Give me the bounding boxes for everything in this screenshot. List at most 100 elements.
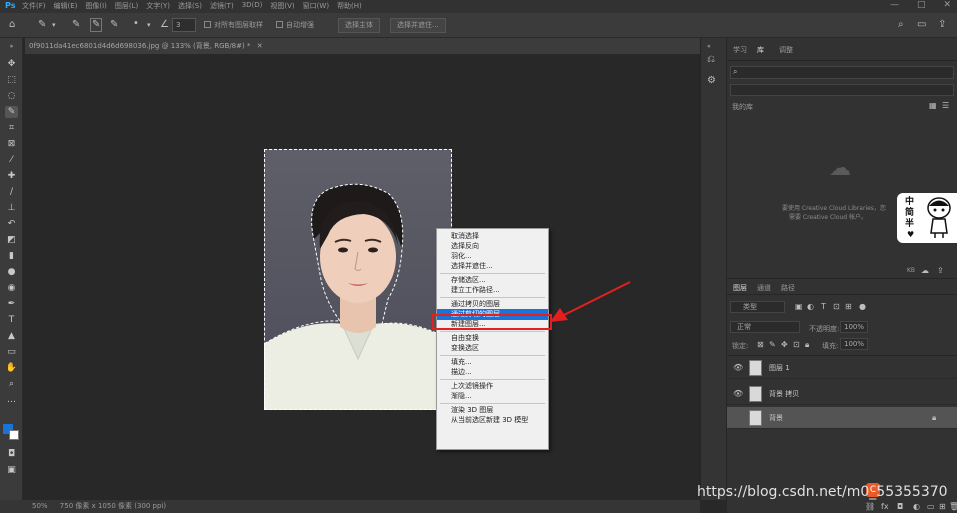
clone-stamp-tool-icon[interactable]: ⊥	[5, 202, 18, 214]
context-menu-item[interactable]: 从当前选区新建 3D 模型	[451, 416, 528, 425]
eraser-tool-icon[interactable]: ◩	[5, 234, 18, 246]
tab-paths[interactable]: 路径	[781, 283, 795, 293]
home-icon[interactable]: ⌂	[9, 20, 15, 30]
share-icon[interactable]: ⇪	[938, 20, 946, 30]
edit-toolbar-icon[interactable]: …	[5, 394, 18, 406]
background-color-swatch[interactable]	[9, 430, 19, 440]
close-button[interactable]: ✕	[943, 0, 951, 10]
tab-channels[interactable]: 通道	[757, 283, 771, 293]
menu-item[interactable]: 选择(S)	[178, 1, 202, 11]
new-selection-icon[interactable]: ✎	[72, 20, 80, 30]
delete-layer-icon[interactable]: 🗑︎	[949, 502, 957, 512]
menu-item[interactable]: 视图(V)	[270, 1, 294, 11]
auto-enhance-checkbox[interactable]: 自动增强	[276, 20, 314, 30]
lock-all-icon[interactable]: 🔒︎	[805, 340, 809, 350]
path-selection-tool-icon[interactable]: ▲	[5, 330, 18, 342]
opacity-input[interactable]: 100%	[840, 321, 868, 333]
add-style-icon[interactable]: fx	[881, 502, 889, 512]
tab-libraries[interactable]: 库	[757, 45, 764, 55]
layer-kind-filter[interactable]: 类型	[730, 301, 785, 313]
menu-item[interactable]: 图像(I)	[85, 1, 107, 11]
brush-tool-icon[interactable]: ∕	[5, 186, 18, 198]
fill-input[interactable]: 100%	[840, 338, 868, 350]
layer-row[interactable]: 背景 🔒︎	[727, 407, 957, 429]
dodge-tool-icon[interactable]: ◉	[5, 282, 18, 294]
add-mask-icon[interactable]: ◘	[897, 502, 903, 512]
lasso-tool-icon[interactable]: ◌	[5, 90, 18, 102]
tab-adjustments[interactable]: 调整	[779, 45, 793, 55]
zoom-level[interactable]: 50%	[32, 502, 48, 510]
lock-pixels-icon[interactable]: ⊠	[757, 340, 764, 350]
rectangle-tool-icon[interactable]: ▭	[5, 346, 18, 358]
cloud-sync-icon[interactable]: ☁	[921, 266, 929, 276]
frame-tool-icon[interactable]: ⊠	[5, 138, 18, 150]
menu-item[interactable]: 3D(D)	[242, 1, 263, 11]
link-layers-icon[interactable]: ⛓︎	[865, 502, 875, 512]
list-view-icon[interactable]: ☰	[942, 101, 949, 111]
menu-item[interactable]: 窗口(W)	[303, 1, 329, 11]
blur-tool-icon[interactable]: ●	[5, 266, 18, 278]
menu-item[interactable]: 文件(F)	[22, 1, 46, 11]
maximize-button[interactable]: □	[917, 0, 926, 10]
layer-row[interactable]: 👁︎ 图层 1	[727, 357, 957, 379]
collapse-toolbar-icon[interactable]: »	[5, 41, 18, 53]
context-menu-item[interactable]: 通过拷贝的图层	[451, 300, 500, 309]
workspace-icon[interactable]: ▭	[917, 20, 926, 30]
context-menu-item[interactable]: 上次滤镜操作	[451, 382, 493, 391]
lock-artboard-icon[interactable]: ⊡	[793, 340, 800, 350]
history-brush-tool-icon[interactable]: ↶	[5, 218, 18, 230]
adjustment-layer-icon[interactable]: ◐	[913, 502, 920, 512]
context-menu-item[interactable]: 选择反向	[451, 242, 479, 251]
sticker-widget[interactable]: 中 简 半 ♥	[897, 193, 957, 243]
context-menu-item[interactable]: 变换选区	[451, 344, 479, 353]
document-tab[interactable]: 0f9011da41ec6801d4d6d698036.jpg @ 133% (…	[25, 38, 700, 54]
lock-image-icon[interactable]: ✎	[769, 340, 776, 350]
layer-row[interactable]: 👁︎ 背景 拷贝	[727, 383, 957, 405]
menu-item[interactable]: 滤镜(T)	[210, 1, 234, 11]
gradient-tool-icon[interactable]: ▮	[5, 250, 18, 262]
pixel-filter-icon[interactable]: ▣	[795, 302, 803, 312]
library-select[interactable]: 我的库	[732, 102, 753, 112]
context-menu-item[interactable]: 建立工作路径...	[451, 286, 500, 295]
subtract-selection-icon[interactable]: ✎	[110, 20, 118, 30]
context-menu-item[interactable]: 描边...	[451, 368, 472, 377]
library-filter-select[interactable]	[730, 84, 954, 96]
select-subject-button[interactable]: 选择主体	[338, 18, 380, 33]
properties-panel-icon[interactable]: ⚙	[707, 76, 716, 86]
type-tool-icon[interactable]: T	[5, 314, 18, 326]
history-panel-icon[interactable]: ⎌	[707, 55, 715, 65]
visibility-eye-icon[interactable]: 👁︎	[733, 363, 743, 372]
context-menu-item[interactable]: 选择并遮住...	[451, 262, 493, 271]
shape-filter-icon[interactable]: ⊡	[833, 302, 840, 312]
tab-learn[interactable]: 学习	[733, 45, 747, 55]
add-to-selection-icon[interactable]: ✎	[90, 18, 103, 32]
visibility-eye-icon[interactable]: 👁︎	[733, 389, 743, 398]
hand-tool-icon[interactable]: ✋	[5, 362, 18, 374]
eyedropper-tool-icon[interactable]: ⁄	[5, 154, 18, 166]
crop-tool-icon[interactable]: ⌗	[5, 122, 18, 134]
lock-position-icon[interactable]: ✥	[781, 340, 788, 350]
size-field[interactable]: 3	[172, 18, 196, 32]
smart-object-filter-icon[interactable]: ⊞	[845, 302, 852, 312]
grid-view-icon[interactable]: ▦	[929, 101, 937, 111]
zoom-tool-icon[interactable]: ⌕	[5, 378, 18, 390]
context-menu-item[interactable]: 取消选择	[451, 232, 479, 241]
brush-options-chevron-icon[interactable]: ▾	[147, 20, 151, 30]
quick-selection-tool-icon[interactable]: ✎	[5, 106, 18, 118]
new-group-icon[interactable]: ▭	[927, 502, 935, 512]
sample-all-layers-checkbox[interactable]: 对所有图层取样	[204, 20, 263, 30]
adjustment-filter-icon[interactable]: ◐	[807, 302, 814, 312]
tab-close-icon[interactable]: ✕	[257, 42, 263, 50]
brush-size-icon[interactable]: •	[133, 19, 139, 29]
context-menu-item[interactable]: 填充...	[451, 358, 472, 367]
blend-mode-select[interactable]: 正常	[730, 321, 800, 333]
healing-brush-tool-icon[interactable]: ✚	[5, 170, 18, 182]
menu-item[interactable]: 图层(L)	[115, 1, 138, 11]
collapse-panels-icon[interactable]: «	[707, 42, 711, 52]
move-tool-icon[interactable]: ✥	[5, 58, 18, 70]
context-menu-item[interactable]: 自由变换	[451, 334, 479, 343]
chevron-down-icon[interactable]: ▾	[52, 20, 56, 30]
filter-toggle-icon[interactable]: ●	[859, 302, 866, 312]
minimize-button[interactable]: —	[890, 0, 899, 10]
upload-icon[interactable]: ⇪	[937, 266, 944, 276]
